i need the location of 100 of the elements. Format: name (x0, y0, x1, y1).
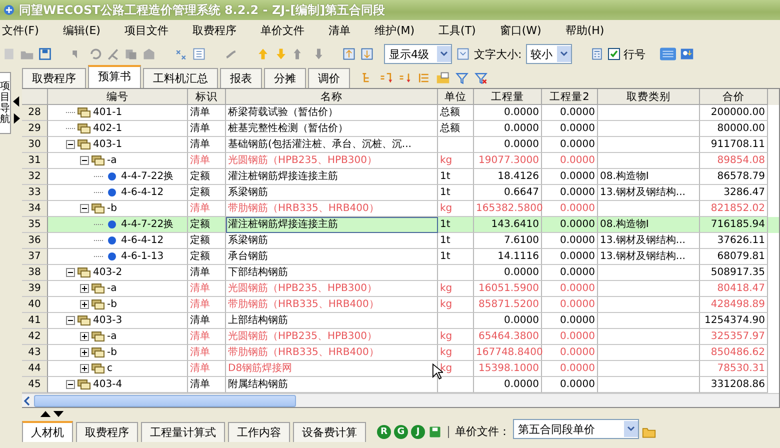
tree-toggle-icon[interactable] (80, 156, 89, 165)
table-row[interactable]: 37 4-6-1-13 定额 承台钢筋 1t 14.1116 0.0000 13.钢材及钢结构... 68079.81 (22, 249, 779, 265)
round-button[interactable]: J (411, 425, 425, 439)
menu-item[interactable]: 项目文件 (124, 22, 168, 38)
table-row[interactable]: 31 -a 清单 光圆钢筋（HPB235、HPB300） kg 19077.3000 0.0000 89854.08 (22, 153, 779, 169)
calculator-icon[interactable] (590, 47, 604, 61)
table-row[interactable]: 38 403-2 清单 下部结构钢筋 0.0000 0.0000 508917.35 (22, 265, 779, 281)
insert-icon[interactable] (379, 71, 393, 85)
table-row[interactable]: 44 c 清单 D8钢筋焊接网 kg 15398.1000 0.0000 78530.31 (22, 361, 779, 377)
table-down-icon[interactable] (360, 47, 374, 61)
tab[interactable]: 工料机汇总 (143, 68, 218, 88)
table-row[interactable]: 41 403-3 清单 上部结构钢筋 0.0000 0.0000 1254374.90 (22, 313, 779, 329)
level-select[interactable]: 显示4级 (384, 44, 452, 64)
table-row[interactable]: 42 -a 清单 光圆钢筋（HPB235、HPB300） kg 65464.3800 0.0000 325357.97 (22, 329, 779, 345)
table-row[interactable]: 33 4-6-4-12 定额 系梁钢筋 1t 0.6647 0.0000 13.钢材及钢结构... 3286.47 (22, 185, 779, 201)
formula-icon[interactable] (174, 47, 188, 61)
tree-toggle-icon[interactable] (66, 268, 75, 277)
user-import-icon[interactable] (680, 47, 694, 61)
tree-toggle-icon[interactable] (80, 204, 89, 213)
folder-icon (91, 363, 105, 374)
copy-icon[interactable] (124, 47, 138, 61)
column-header[interactable]: 合价 (700, 89, 768, 105)
up-arrow-icon[interactable] (40, 411, 51, 417)
line-number-checkbox[interactable] (608, 48, 620, 60)
quantity-cell: 19077.3000 (474, 153, 542, 169)
caret-icon[interactable] (437, 46, 451, 62)
left-arrow-icon[interactable] (13, 96, 20, 107)
tree-toggle-icon[interactable] (80, 284, 89, 293)
column-header[interactable]: 取费类别 (598, 89, 700, 105)
folder-table-icon[interactable] (436, 71, 450, 85)
tree-toggle-icon[interactable] (80, 300, 89, 309)
side-tab[interactable]: 项目导航 (0, 72, 11, 134)
scroll-left-icon[interactable] (22, 394, 32, 406)
quantity-cell: 0.0000 (542, 217, 598, 233)
round-button[interactable]: R (377, 425, 391, 439)
menu-item[interactable]: 窗口(W) (500, 22, 542, 38)
align-icon[interactable] (417, 71, 431, 85)
save-icon[interactable] (38, 47, 52, 61)
tab[interactable]: 工程量计算式 (141, 422, 225, 442)
round-button[interactable]: G (394, 425, 408, 439)
font-size-select[interactable]: 较小 (526, 44, 572, 64)
table-row[interactable]: 35 4-4-7-22换 定额 灌注桩钢筋焊接连接主筋 1t 143.6410 0.0000 08.构造物Ⅰ 716185.94 (22, 217, 779, 233)
menu-item[interactable]: 文件(F) (2, 22, 39, 38)
table-row[interactable]: 32 4-4-7-22换 定额 灌注桩钢筋焊接连接主筋 1t 18.4126 0.0000 08.构造物Ⅰ 86578.79 (22, 169, 779, 185)
insert-child-icon[interactable] (398, 71, 412, 85)
cut-icon[interactable] (106, 47, 120, 61)
clear-filter-icon[interactable] (474, 71, 488, 85)
redo-icon[interactable] (88, 47, 102, 61)
folder-icon (77, 139, 91, 150)
list-icon[interactable] (192, 47, 206, 61)
tab[interactable]: 工作内容 (228, 422, 290, 442)
menu-item[interactable]: 取费程序 (192, 22, 236, 38)
tree-toggle-icon[interactable] (80, 348, 89, 357)
flag-cell: 清单 (188, 329, 226, 345)
menu-item[interactable]: 维护(M) (374, 22, 415, 38)
table-up-icon[interactable] (342, 47, 356, 61)
tab[interactable]: 报表 (220, 68, 262, 88)
table-row[interactable]: 36 4-6-4-12 定额 系梁钢筋 1t 7.6100 0.0000 13.钢材及钢结构... 37626.11 (22, 233, 779, 249)
caret-icon[interactable] (556, 46, 571, 62)
table-row[interactable]: 28 401-1 清单 桥梁荷载试验（暂估价） 总额 0.0000 0.0000 200000.00 (22, 105, 779, 121)
filter-icon[interactable] (455, 71, 469, 85)
right-arrow-icon[interactable] (13, 113, 20, 124)
tab[interactable]: 预算书 (88, 65, 141, 88)
table-row[interactable]: 40 -b 清单 带肋钢筋（HRB335、HRB400） kg 85871.5200 0.0000 428498.89 (22, 297, 779, 313)
tree-toggle-icon[interactable] (80, 332, 89, 341)
tab[interactable]: 分摊 (264, 68, 306, 88)
menu-item[interactable]: 清单 (328, 22, 350, 38)
horizontal-scrollbar[interactable] (22, 393, 779, 407)
tab[interactable]: 取费程序 (22, 68, 86, 88)
menu-item[interactable]: 工具(T) (438, 22, 476, 38)
menu-item[interactable]: 编辑(E) (62, 22, 100, 38)
tree-toggle-icon[interactable] (66, 316, 75, 325)
table-row[interactable]: 29 402-1 清单 桩基完整性检测（暂估价） 总额 0.0000 0.0000 80000.00 (22, 121, 779, 137)
price-file-select[interactable]: 第五合同段单价 (513, 419, 639, 439)
table-row[interactable]: 30 403-1 清单 基础钢筋(包括灌注桩、承台、沉桩、沉... 0.0000 0.0000 911708.11 (22, 137, 779, 153)
column-header[interactable]: 工程量 (474, 89, 542, 105)
caret-icon[interactable] (624, 421, 638, 437)
tree-toggle-icon[interactable] (66, 380, 75, 389)
column-header[interactable]: 名称 (226, 89, 438, 105)
tab[interactable]: 人材机 (22, 421, 73, 442)
folder-icon (77, 267, 91, 278)
table-row[interactable]: 43 -b 清单 带肋钢筋（HRB335、HRB400） kg 167748.8400 0.0000 850486.62 (22, 345, 779, 361)
column-header[interactable]: 编号 (48, 89, 188, 105)
tree-toggle-icon[interactable] (66, 140, 75, 149)
down-arrow-icon[interactable] (53, 411, 64, 417)
column-header[interactable]: 工程量2 (542, 89, 598, 105)
tab[interactable]: 设备费计算 (293, 422, 366, 442)
column-header[interactable]: 标识 (188, 89, 226, 105)
menu-item[interactable]: 单价文件 (260, 22, 304, 38)
tab[interactable]: 取费程序 (76, 422, 138, 442)
tab[interactable]: 调价 (308, 68, 350, 88)
menu-item[interactable]: 帮助(H) (565, 22, 604, 38)
open-folder-icon[interactable] (642, 425, 656, 439)
quantity-cell: 0.0000 (542, 105, 598, 121)
chart-icon[interactable] (660, 47, 676, 61)
column-header[interactable]: 单位 (438, 89, 474, 105)
table-row[interactable]: 39 -a 清单 光圆钢筋（HPB235、HPB300） kg 16051.5900 0.0000 80418.47 (22, 281, 779, 297)
expand-icon[interactable] (456, 47, 470, 61)
tree-toggle-icon[interactable] (80, 364, 89, 373)
save-icon[interactable] (428, 425, 442, 439)
